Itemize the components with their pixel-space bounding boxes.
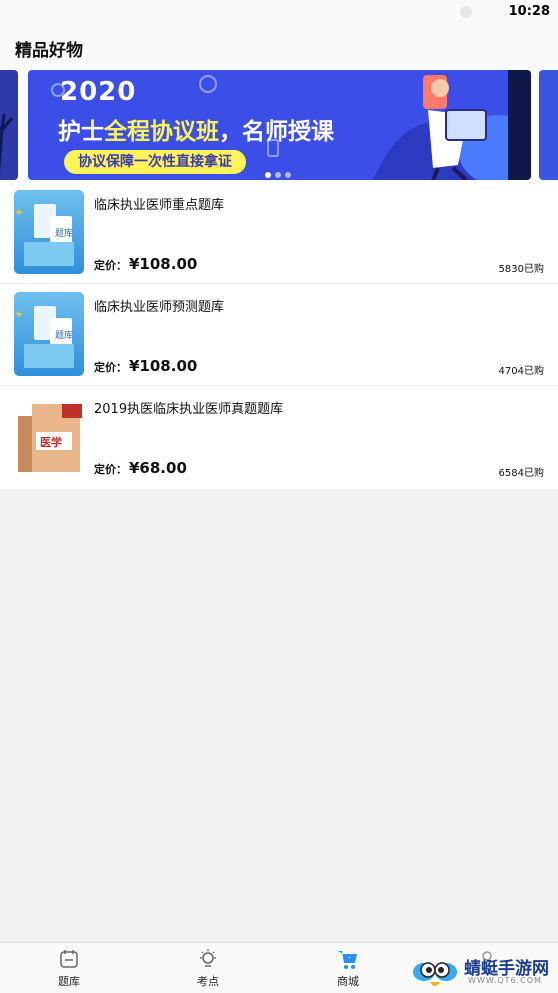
shopping-cart-icon <box>338 951 357 969</box>
product-name: 临床执业医师重点题库 <box>94 198 225 213</box>
carousel-dot <box>285 172 291 178</box>
page-title: 精品好物 <box>15 41 83 61</box>
nav-item-mall[interactable]: 商城 <box>318 948 378 989</box>
calendar-icon <box>60 950 78 968</box>
price-value: ¥68.00 <box>129 459 187 477</box>
banner-slide[interactable]: 2020 护士全程协议班，名师授课 协议保障一次性直接拿证 <box>28 70 531 180</box>
price-line: 定价： ¥68.00 <box>94 458 187 477</box>
banner-title-pre: 护士 <box>58 119 104 145</box>
book-stack-icon: 医学 <box>18 404 82 472</box>
thumb-text: 医学 <box>40 435 62 449</box>
carousel-dot <box>275 172 281 178</box>
product-name: 2019执医临床执业医师真题题库 <box>94 402 284 417</box>
nav-label: 考点 <box>197 975 219 988</box>
product-item[interactable]: 题库 临床执业医师预测题库 定价： ¥108.00 4704已购 <box>0 284 558 386</box>
product-thumbnail: 题库 <box>14 190 84 274</box>
nav-item-question-bank[interactable]: 题库 <box>39 948 99 989</box>
price-value: ¥108.00 <box>129 357 198 375</box>
product-list: 题库 临床执业医师重点题库 定价： ¥108.00 5830已购 题库 临床执业医… <box>0 182 558 489</box>
price-line: 定价： ¥108.00 <box>94 356 197 375</box>
watermark: 蜻蜓手游网 WWW.QT6.COM <box>410 950 558 992</box>
product-name: 临床执业医师预测题库 <box>94 300 225 315</box>
price-label: 定价： <box>94 361 127 374</box>
banner-year: 2020 <box>60 77 137 107</box>
lightbulb-icon <box>200 949 216 967</box>
banner-title-post: ，名师授课 <box>219 119 334 145</box>
banner-carousel[interactable]: 2020 护士全程协议班，名师授课 协议保障一次性直接拿证 <box>0 68 558 182</box>
question-bank-icon: 题库 <box>15 204 74 266</box>
price-line: 定价： ¥108.00 <box>94 254 197 273</box>
dragonfly-logo-icon <box>413 962 457 986</box>
banner-pill: 协议保障一次性直接拿证 <box>64 150 246 174</box>
thumb-text: 题库 <box>55 329 73 341</box>
sales-count: 6584已购 <box>498 468 544 479</box>
status-time: 10:28 <box>508 4 550 19</box>
carousel-indicator <box>265 163 295 180</box>
nav-label: 题库 <box>58 975 80 988</box>
nav-item-key-points[interactable]: 考点 <box>178 948 238 989</box>
carousel-dot <box>265 172 271 178</box>
price-value: ¥108.00 <box>129 255 198 273</box>
price-label: 定价： <box>94 463 127 476</box>
sales-count: 5830已购 <box>498 264 544 275</box>
product-thumbnail: 题库 <box>14 292 84 376</box>
banner-next-slide[interactable] <box>539 70 558 180</box>
banner-title-highlight: 全程协议班 <box>104 119 219 145</box>
banner-prev-slide[interactable] <box>0 70 18 180</box>
nav-label: 商城 <box>337 975 359 988</box>
product-thumbnail: 医学 <box>14 394 84 478</box>
watermark-url: WWW.QT6.COM <box>468 976 542 985</box>
product-item[interactable]: 医学 2019执医临床执业医师真题题库 定价： ¥68.00 6584已购 <box>0 386 558 489</box>
question-bank-icon: 题库 <box>15 306 74 368</box>
app-header: 精品好物 <box>0 26 558 68</box>
banner-title: 护士全程协议班，名师授课 <box>58 112 334 146</box>
sales-count: 4704已购 <box>498 366 544 377</box>
status-bar: 10:28 <box>0 0 558 26</box>
status-indicator-icon <box>460 6 472 18</box>
palm-tree-illustration-icon <box>0 113 14 174</box>
product-item[interactable]: 题库 临床执业医师重点题库 定价： ¥108.00 5830已购 <box>0 182 558 284</box>
thumb-text: 题库 <box>55 227 73 239</box>
price-label: 定价： <box>94 259 127 272</box>
